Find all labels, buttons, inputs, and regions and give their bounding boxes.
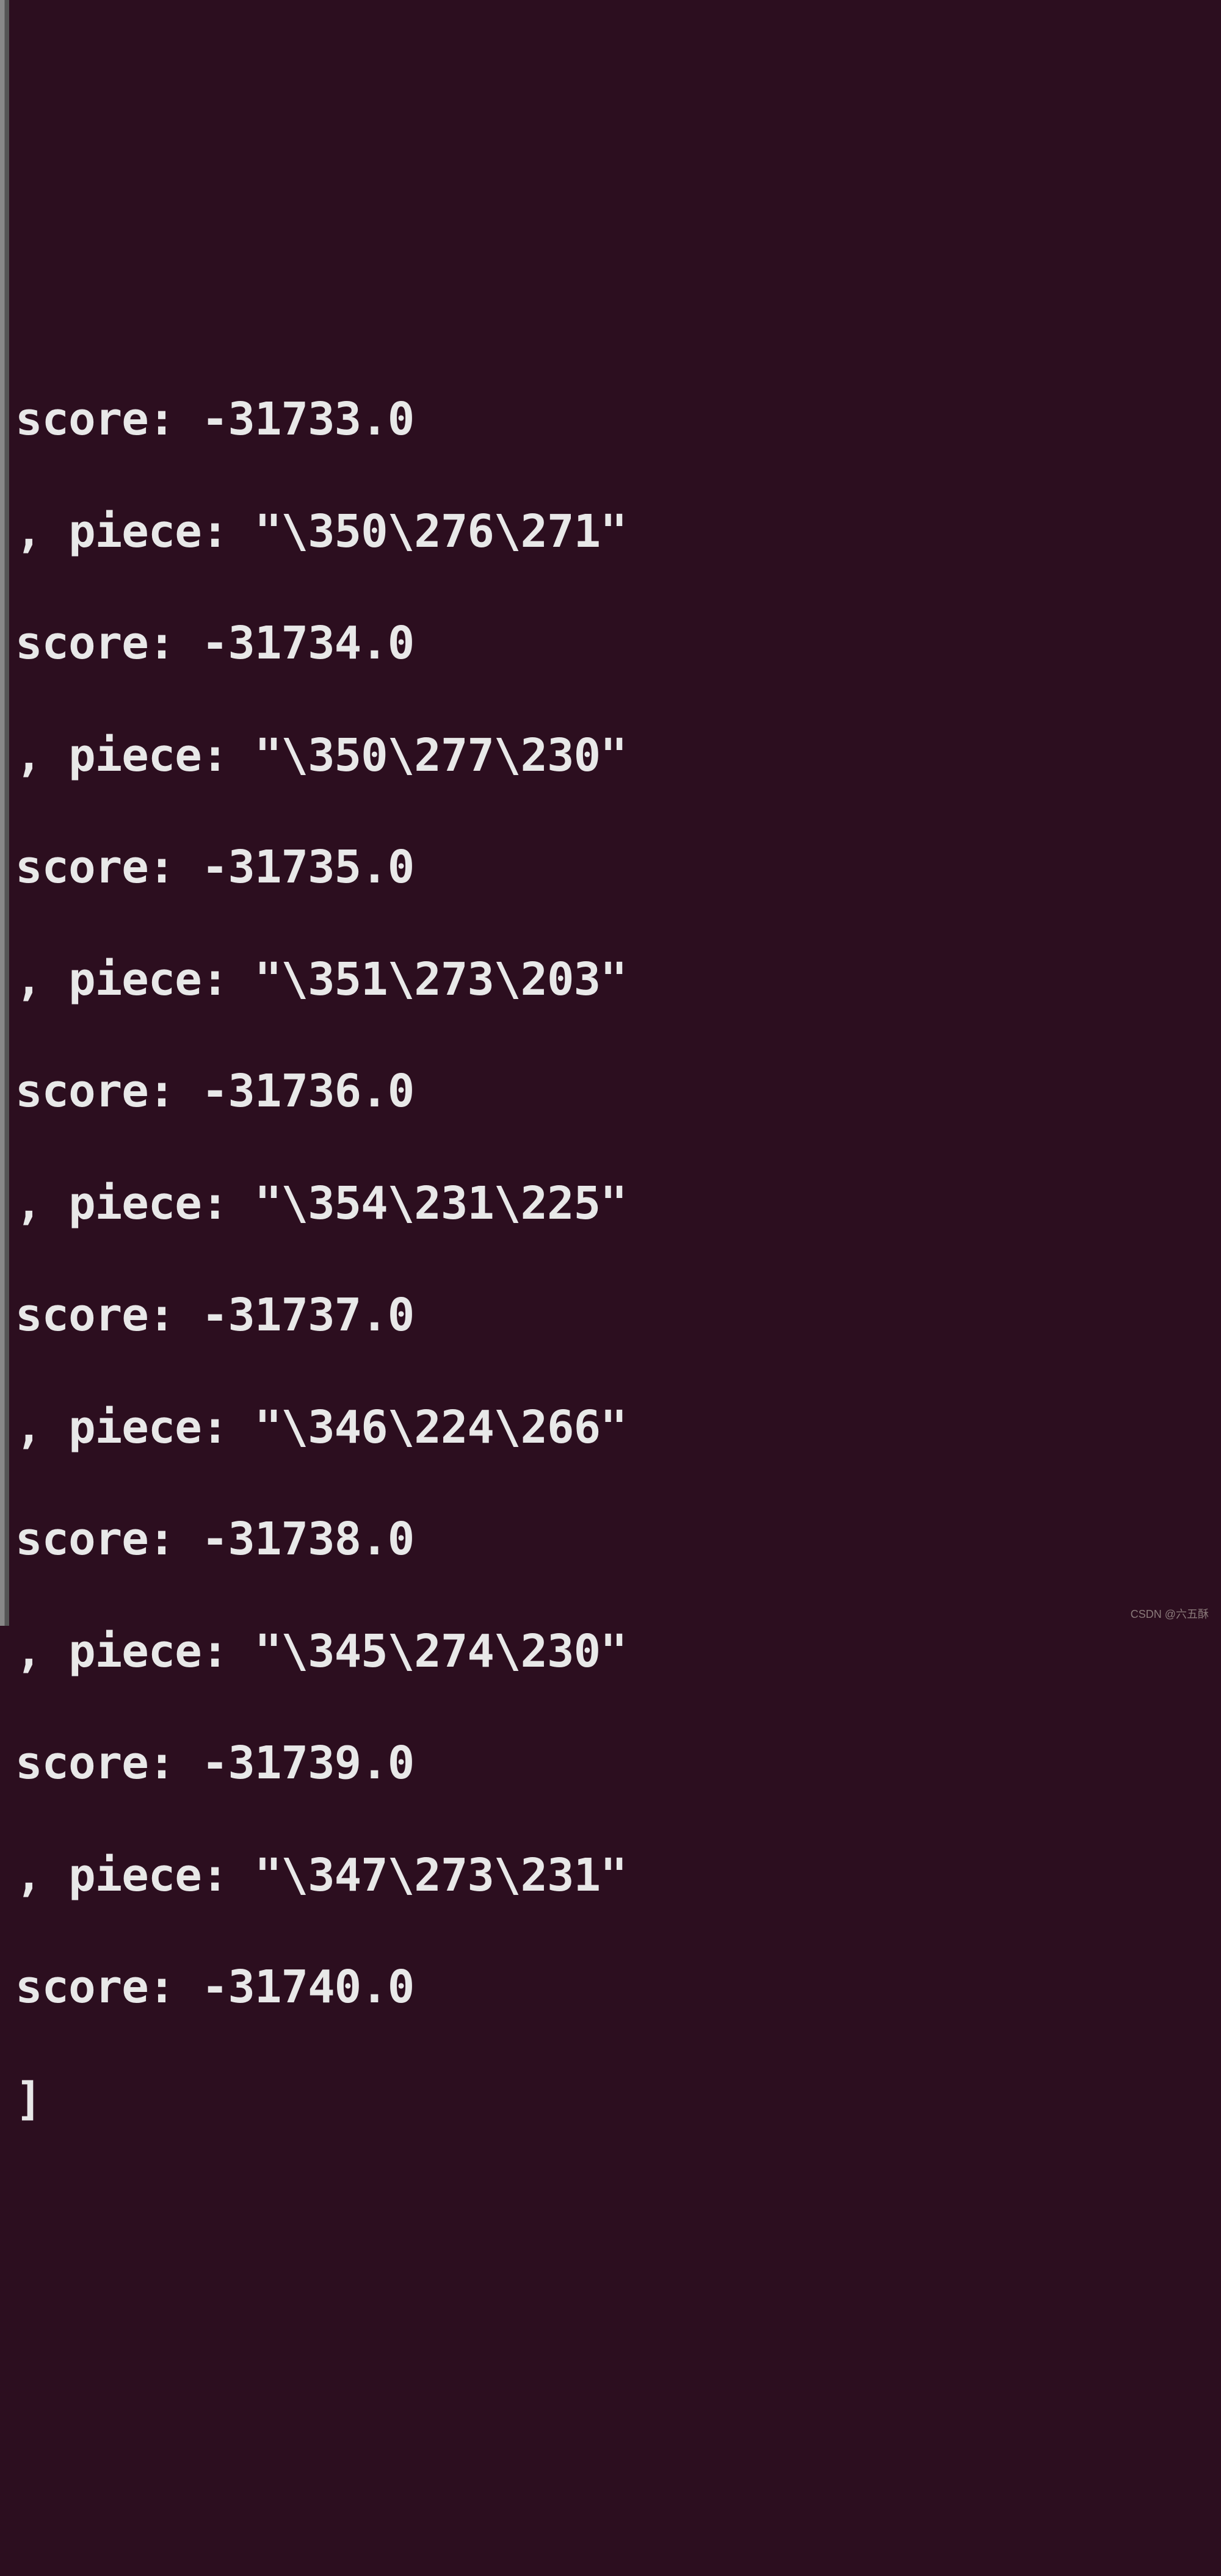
terminal-line: , piece: "\346\224\266" [15,1400,1221,1456]
window-edge [0,0,15,1626]
terminal-line: score: -31734.0 [15,616,1221,672]
terminal-line: , piece: "\350\276\271" [15,504,1221,560]
terminal-line: score: -31738.0 [15,1512,1221,1568]
terminal-output: score: -31733.0 , piece: "\350\276\271" … [0,336,1221,2184]
watermark: CSDN @六五酥 [1131,1607,1209,1621]
terminal-line: score: -31737.0 [15,1288,1221,1344]
terminal-line: score: -31739.0 [15,1736,1221,1792]
terminal-line: , piece: "\351\273\203" [15,952,1221,1008]
terminal-line: , piece: "\345\274\230" [15,1624,1221,1680]
terminal-line: ] [15,2072,1221,2128]
terminal-line: score: -31735.0 [15,840,1221,896]
terminal-line: , piece: "\350\277\230" [15,728,1221,784]
terminal-line: score: -31740.0 [15,1960,1221,2016]
terminal-line: score: -31736.0 [15,1064,1221,1120]
terminal-line: , piece: "\347\273\231" [15,1848,1221,1904]
terminal-line: , piece: "\354\231\225" [15,1176,1221,1232]
terminal-line: score: -31733.0 [15,392,1221,448]
